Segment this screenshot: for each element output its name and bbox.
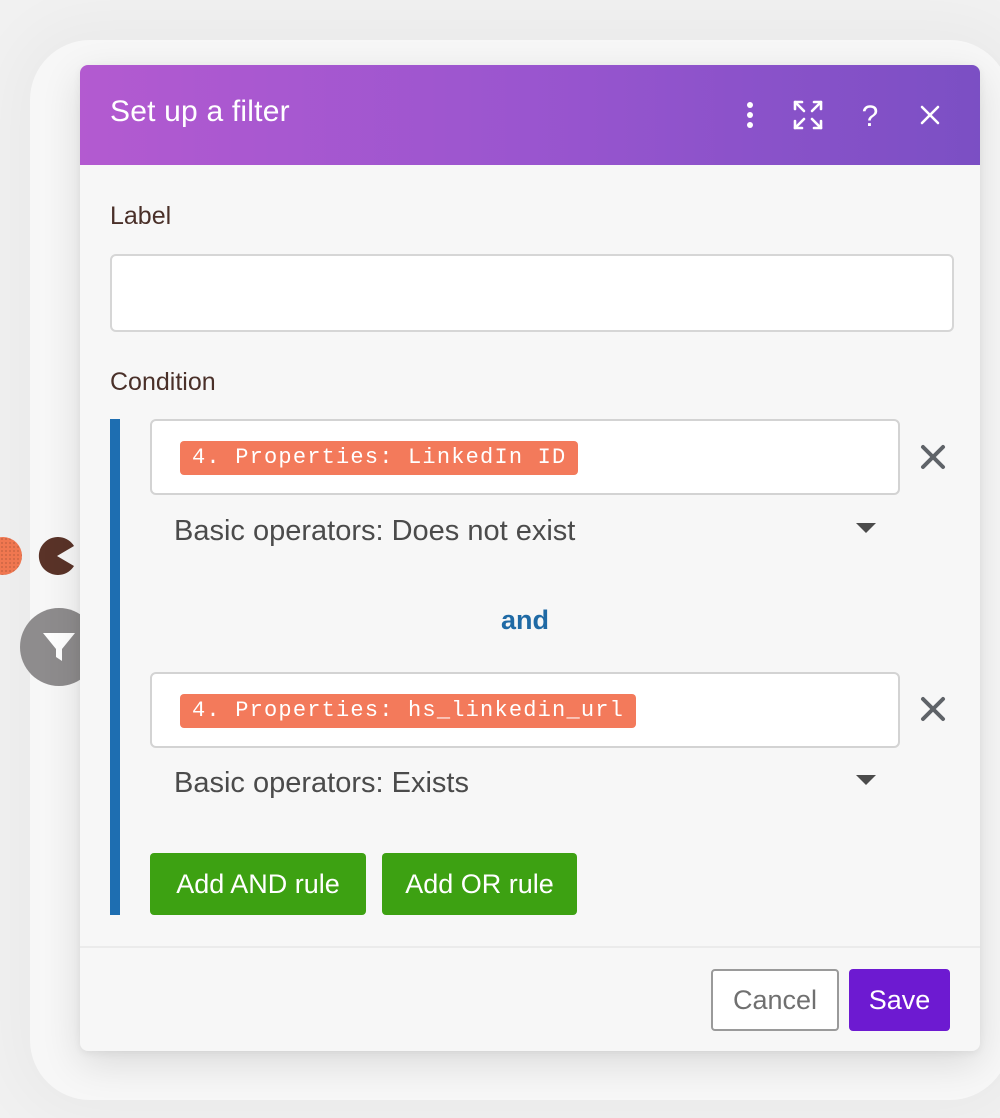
more-vertical-icon xyxy=(747,102,753,128)
condition-group-bar xyxy=(110,419,120,915)
cancel-button[interactable]: Cancel xyxy=(711,969,839,1031)
help-button[interactable]: ? xyxy=(852,97,888,133)
footer-divider xyxy=(80,946,980,948)
close-icon xyxy=(921,697,945,721)
rule-field-input[interactable]: 4. Properties: LinkedIn ID xyxy=(150,419,900,495)
condition-label: Condition xyxy=(110,368,216,396)
close-button[interactable] xyxy=(912,97,948,133)
close-icon xyxy=(921,445,945,469)
mapped-value-pill[interactable]: 4. Properties: hs_linkedin_url xyxy=(180,694,637,728)
svg-text:?: ? xyxy=(862,100,879,133)
expand-icon xyxy=(793,100,823,130)
help-icon: ? xyxy=(862,100,879,133)
operator-select[interactable]: Basic operators: Does not exist xyxy=(174,511,884,551)
and-joiner-label: and xyxy=(500,605,549,635)
close-icon xyxy=(920,105,940,125)
save-button[interactable]: Save xyxy=(849,969,950,1031)
operator-select[interactable]: Basic operators: Exists xyxy=(174,763,884,803)
rule-field-input[interactable]: 4. Properties: hs_linkedin_url xyxy=(150,672,900,748)
mapped-value-pill[interactable]: 4. Properties: LinkedIn ID xyxy=(180,441,579,475)
add-or-rule-button[interactable]: Add OR rule xyxy=(382,853,577,915)
filter-icon xyxy=(43,633,75,661)
remove-rule-button[interactable] xyxy=(918,442,948,472)
operator-value: Basic operators: Does not exist xyxy=(174,515,576,547)
label-field-label: Label xyxy=(110,202,172,230)
connector-node-icon[interactable] xyxy=(38,537,76,575)
remove-rule-button[interactable] xyxy=(918,694,948,724)
label-input[interactable] xyxy=(110,254,954,332)
caret-down-icon xyxy=(856,775,876,785)
filter-dialog: Set up a filter ? Label Condition 4. Pro… xyxy=(80,65,980,1051)
add-and-rule-button[interactable]: Add AND rule xyxy=(150,853,366,915)
caret-down-icon xyxy=(856,523,876,533)
more-options-button[interactable] xyxy=(732,97,768,133)
operator-value: Basic operators: Exists xyxy=(174,767,469,799)
dialog-header: Set up a filter ? xyxy=(80,65,980,165)
dialog-title: Set up a filter xyxy=(110,95,290,128)
expand-button[interactable] xyxy=(790,97,826,133)
